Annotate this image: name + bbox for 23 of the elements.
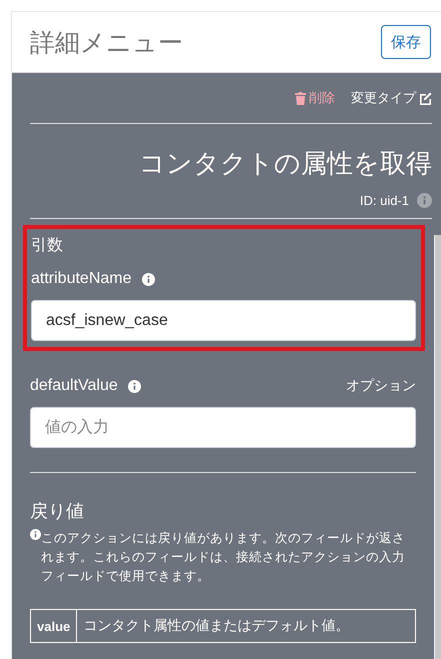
trash-icon bbox=[295, 92, 306, 104]
save-button[interactable]: 保存 bbox=[381, 25, 431, 59]
section-heading: 戻り値 bbox=[30, 500, 85, 523]
input-field[interactable]: 値の入力 bbox=[30, 407, 416, 448]
table-cell: コンタクト属性の値またはデフォルト値。 bbox=[76, 610, 416, 643]
field-label: defaultValue bbox=[30, 377, 118, 395]
field-label: attributeName bbox=[31, 270, 132, 288]
edit-icon bbox=[419, 92, 432, 104]
info-icon bbox=[142, 272, 154, 286]
delete-button[interactable]: 削除 bbox=[295, 89, 335, 107]
section-heading: 引数 bbox=[31, 236, 64, 256]
scrollbar[interactable] bbox=[434, 235, 441, 659]
input-field[interactable]: acsf_isnew_case bbox=[31, 300, 416, 341]
info-icon bbox=[417, 193, 432, 208]
info-icon bbox=[128, 380, 141, 392]
info-icon bbox=[30, 529, 41, 540]
optional-label: オプション bbox=[346, 377, 416, 395]
action-title: コンタクトの属性を取得 bbox=[138, 147, 432, 180]
panel-title: 詳細メニュー bbox=[30, 28, 183, 58]
action-id: ID: uid-1 bbox=[360, 193, 409, 208]
return-description: このアクションには戻り値があります。次のフィールドが返されます。これらのフィールドは、接続されたアクションの入力フィールドで使用できます。 bbox=[41, 530, 406, 584]
table-cell: value bbox=[30, 610, 77, 643]
change-type-button[interactable]: 変更タイプ bbox=[351, 89, 432, 107]
